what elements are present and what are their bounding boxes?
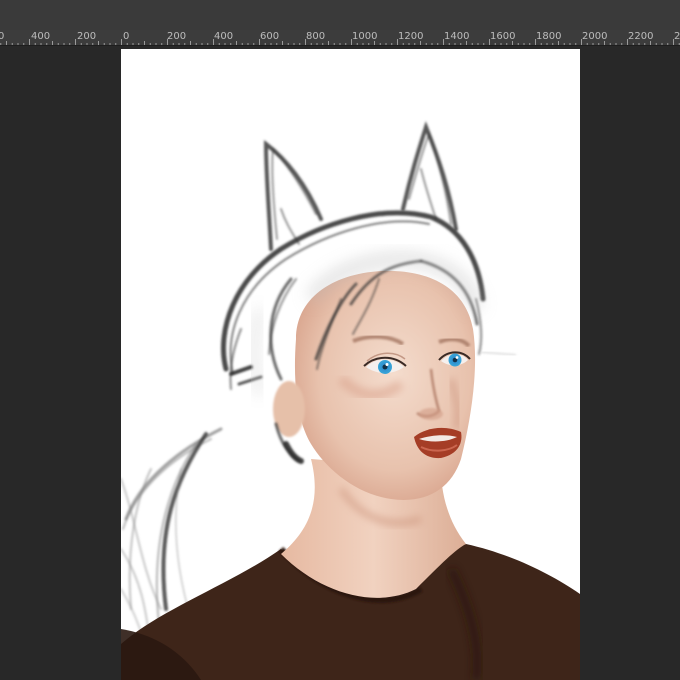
image-editor-window: 0 400 200 0 200 400 600 800 1000 1200 14… <box>0 0 680 680</box>
cat-ears-sketch <box>263 121 458 251</box>
canvas-workspace[interactable] <box>0 46 680 680</box>
ruler-ticks <box>0 39 680 45</box>
top-bar <box>0 0 680 30</box>
horizontal-ruler[interactable]: 0 400 200 0 200 400 600 800 1000 1200 14… <box>0 30 680 46</box>
painting <box>121 121 580 680</box>
document-canvas[interactable] <box>121 49 580 680</box>
